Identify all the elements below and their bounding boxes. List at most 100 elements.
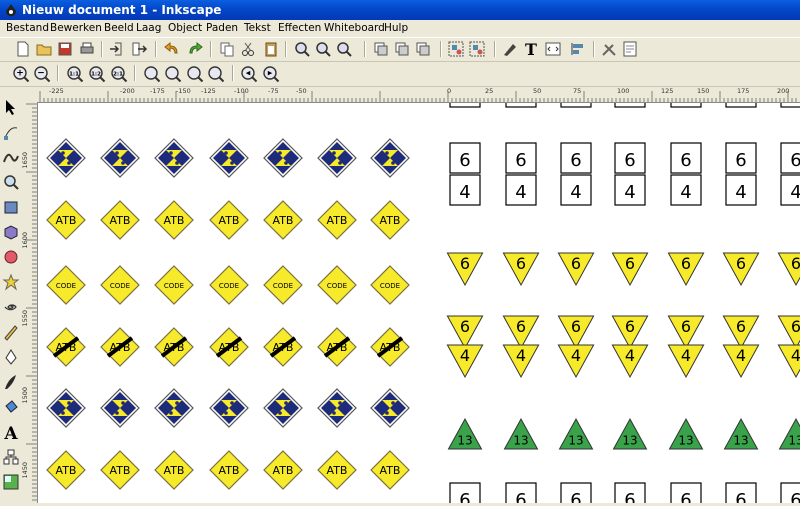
connector-tool[interactable] (2, 448, 20, 468)
speed-box-top[interactable]: 6 (506, 143, 536, 173)
green-triangle[interactable]: 13 (725, 419, 758, 449)
speed-box-top[interactable]: 6 (726, 143, 756, 173)
speed-box-bottom[interactable]: 4 (671, 175, 701, 205)
zoom-page-button[interactable] (335, 40, 353, 58)
menu-bewerken[interactable]: Bewerken (50, 22, 102, 34)
tweak-tool[interactable] (2, 148, 20, 168)
sign-code[interactable]: CODE (318, 266, 356, 304)
text-font-button[interactable]: T (522, 40, 540, 58)
sign-hourglass-inverted[interactable] (210, 389, 248, 427)
menu-hulp[interactable]: Hulp (384, 22, 408, 34)
speed-box-lower[interactable]: 6 (561, 483, 591, 503)
zoom-tool[interactable] (2, 173, 20, 193)
zoom-page-2-button[interactable] (186, 65, 204, 83)
zoom-selection-button[interactable] (293, 40, 311, 58)
sign-atb[interactable]: ATB (210, 451, 248, 489)
drawing-canvas[interactable]: ATB ATB ATB ATB ATB ATB ATB CODE CODE CODE CODE COD… (38, 103, 800, 503)
speed-box-lower[interactable]: 6 (450, 483, 480, 503)
sign-hourglass[interactable] (371, 139, 409, 177)
sign-hourglass-inverted[interactable] (318, 389, 356, 427)
yellow-triangle[interactable]: 6 (778, 253, 800, 285)
sign-hourglass-inverted[interactable] (264, 389, 302, 427)
sign-code[interactable]: CODE (210, 266, 248, 304)
sign-code[interactable]: CODE (264, 266, 302, 304)
speed-box-top[interactable]: 6 (615, 143, 645, 173)
new-document-button[interactable] (14, 40, 32, 58)
speed-box-top[interactable]: 6 (561, 143, 591, 173)
sign-hourglass-inverted[interactable] (155, 389, 193, 427)
preferences-button[interactable] (600, 40, 618, 58)
speed-box-lower[interactable]: 6 (615, 483, 645, 503)
sign-hourglass[interactable] (318, 139, 356, 177)
yellow-triangle-bottom[interactable]: 4 (723, 345, 758, 377)
ellipse-tool[interactable] (2, 248, 20, 268)
zoom-1-1-button[interactable]: 1:1 (66, 65, 84, 83)
paint-bucket-tool[interactable] (2, 398, 20, 418)
pen-tool[interactable] (2, 348, 20, 368)
yellow-triangle-bottom[interactable]: 4 (668, 345, 703, 377)
speed-box-bottom[interactable]: 4 (450, 175, 480, 205)
spiral-tool[interactable] (2, 298, 20, 318)
green-triangle[interactable]: 13 (780, 419, 800, 449)
open-button[interactable] (35, 40, 53, 58)
sign-code[interactable]: CODE (371, 266, 409, 304)
menu-tekst[interactable]: Tekst (244, 22, 271, 34)
yellow-triangle-top[interactable]: 6 (778, 316, 800, 348)
sign-atb[interactable]: ATB (155, 451, 193, 489)
yellow-triangle-top[interactable]: 6 (558, 316, 593, 348)
pencil-tool[interactable] (2, 323, 20, 343)
sign-hourglass-inverted[interactable] (47, 389, 85, 427)
speed-box-lower[interactable]: 6 (726, 483, 756, 503)
speed-box-lower[interactable]: 6 (506, 483, 536, 503)
menu-laag[interactable]: Laag (136, 22, 161, 34)
menu-effecten[interactable]: Effecten (278, 22, 321, 34)
text-tool[interactable]: A (2, 423, 20, 443)
yellow-triangle-top[interactable]: 6 (612, 316, 647, 348)
rectangle-tool[interactable] (2, 198, 20, 218)
duplicate-button[interactable] (372, 40, 390, 58)
yellow-triangle-bottom[interactable]: 4 (558, 345, 593, 377)
align-distribute-button[interactable] (569, 40, 587, 58)
zoom-2-1-button[interactable]: 2:1 (110, 65, 128, 83)
import-button[interactable] (108, 40, 126, 58)
menu-object[interactable]: Object (168, 22, 202, 34)
green-triangle[interactable]: 13 (670, 419, 703, 449)
yellow-triangle[interactable]: 6 (612, 253, 647, 285)
zoom-previous-button[interactable]: ◂ (240, 65, 258, 83)
sign-atb-struck[interactable]: ATB (155, 328, 193, 366)
node-tool[interactable] (2, 123, 20, 143)
unlink-clone-button[interactable] (414, 40, 432, 58)
sign-atb[interactable]: ATB (371, 451, 409, 489)
menu-whiteboard[interactable]: Whiteboard (324, 22, 385, 34)
calligraphy-tool[interactable] (2, 373, 20, 393)
undo-button[interactable] (163, 40, 181, 58)
zoom-out-button[interactable]: − (33, 65, 51, 83)
speed-box-top[interactable]: 6 (450, 143, 480, 173)
speed-box-lower[interactable]: 6 (781, 483, 800, 503)
sign-atb[interactable]: ATB (318, 451, 356, 489)
green-triangle[interactable]: 13 (560, 419, 593, 449)
xml-editor-button[interactable] (544, 40, 562, 58)
yellow-triangle-bottom[interactable]: 4 (778, 345, 800, 377)
sign-atb[interactable]: ATB (101, 201, 139, 239)
sign-hourglass[interactable] (155, 139, 193, 177)
star-tool[interactable] (2, 273, 20, 293)
zoom-selection-2-button[interactable] (143, 65, 161, 83)
yellow-triangle[interactable]: 6 (503, 253, 538, 285)
yellow-triangle-top[interactable]: 6 (503, 316, 538, 348)
sign-atb[interactable]: ATB (318, 201, 356, 239)
sign-atb-struck[interactable]: ATB (47, 328, 85, 366)
zoom-drawing-2-button[interactable] (164, 65, 182, 83)
yellow-triangle-bottom[interactable]: 4 (503, 345, 538, 377)
sign-hourglass[interactable] (47, 139, 85, 177)
ungroup-button[interactable] (468, 40, 486, 58)
yellow-triangle[interactable]: 6 (723, 253, 758, 285)
menu-paden[interactable]: Paden (206, 22, 238, 34)
sign-code[interactable]: CODE (101, 266, 139, 304)
group-button[interactable] (447, 40, 465, 58)
yellow-triangle-bottom[interactable]: 4 (612, 345, 647, 377)
document-properties-button[interactable] (621, 40, 639, 58)
green-triangle[interactable]: 13 (614, 419, 647, 449)
gradient-tool[interactable] (2, 473, 20, 493)
zoom-page-width-button[interactable] (207, 65, 225, 83)
